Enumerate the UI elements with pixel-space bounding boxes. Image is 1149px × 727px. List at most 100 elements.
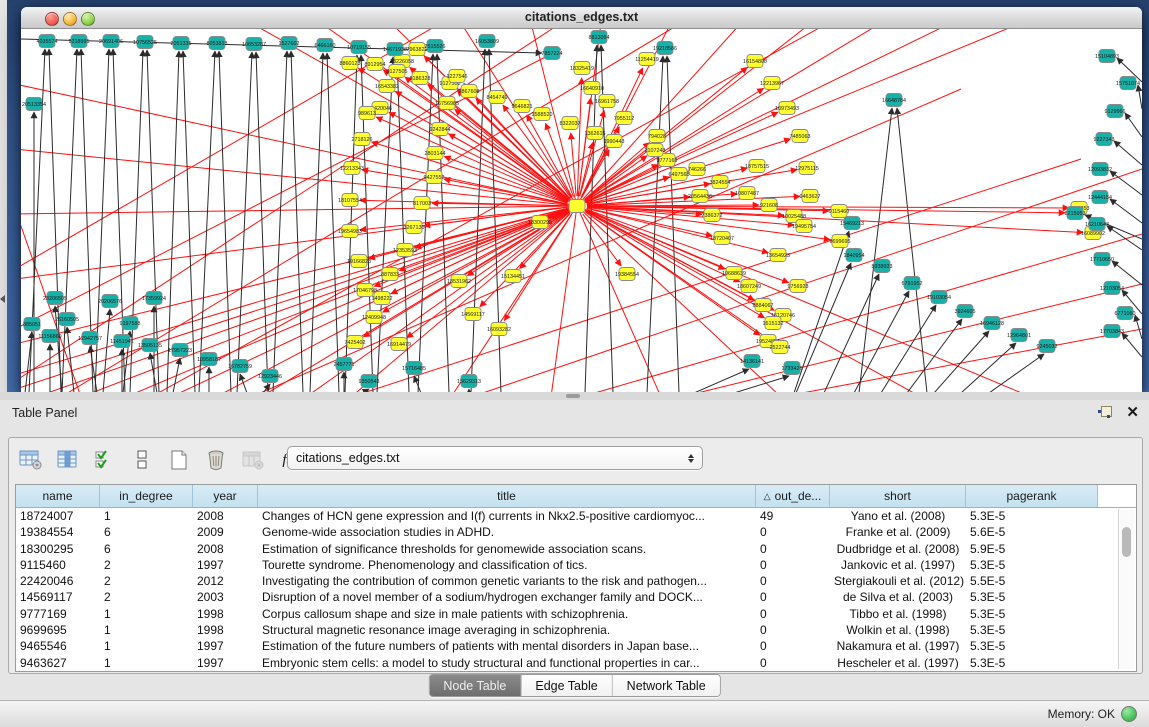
table-options-icon[interactable] <box>17 447 45 473</box>
graph-node[interactable]: 6466160 <box>315 39 336 52</box>
graph-edge[interactable] <box>167 51 179 392</box>
graph-node[interactable]: 10973493 <box>775 102 799 115</box>
graph-edge[interactable] <box>881 305 936 392</box>
graph-node[interactable]: 16782759 <box>228 360 252 373</box>
graph-node[interactable]: 746266 <box>688 163 706 176</box>
graph-node[interactable]: 2803144 <box>425 147 446 160</box>
graph-edge[interactable] <box>907 319 962 392</box>
graph-node[interactable]: 8938923 <box>872 260 893 273</box>
graph-node[interactable]: 9427552 <box>424 171 445 184</box>
graph-node[interactable]: 13654923 <box>766 249 790 262</box>
graph-node[interactable]: 989613 <box>358 107 376 120</box>
graph-node[interactable]: 17359924 <box>142 292 166 305</box>
graph-node[interactable]: 2051335 <box>171 37 192 50</box>
graph-node[interactable]: 9227343 <box>1094 133 1115 146</box>
table-vertical-scrollbar[interactable] <box>1118 509 1134 669</box>
table-row[interactable]: 946362711997Embryonic stem cells: a mode… <box>16 655 1136 671</box>
graph-edge[interactable] <box>551 206 577 392</box>
graph-node[interactable]: 817003 <box>413 197 431 210</box>
delete-column-icon[interactable] <box>202 447 230 473</box>
graph-node[interactable]: 12444154 <box>1088 191 1112 204</box>
graph-node[interactable]: 8912954 <box>365 58 386 71</box>
graph-hub-node[interactable] <box>569 200 585 213</box>
graph-node[interactable]: 1615132 <box>763 317 784 330</box>
graph-node[interactable]: 12103054 <box>1100 282 1124 295</box>
graph-edge[interactable] <box>199 51 215 392</box>
collapse-panel-icon[interactable] <box>0 295 5 303</box>
graph-node[interactable]: 3824554 <box>710 176 731 189</box>
graph-node[interactable]: 8813054 <box>589 31 610 44</box>
graph-node[interactable]: 2457771 <box>334 358 355 371</box>
graph-node[interactable]: 20206576 <box>98 295 122 308</box>
graph-node[interactable]: 1990443 <box>604 135 625 148</box>
graph-node[interactable]: 9197588 <box>120 317 141 330</box>
graph-node[interactable]: 7857224 <box>542 47 563 60</box>
graph-node[interactable]: 17710650 <box>1090 253 1114 266</box>
scrollbar-thumb[interactable] <box>1122 527 1131 557</box>
graph-node[interactable]: 9884067 <box>753 299 774 312</box>
graph-node[interactable]: 9115460 <box>829 205 850 218</box>
graph-node[interactable]: 7955112 <box>614 112 635 125</box>
graph-node[interactable]: 1840954 <box>844 249 865 262</box>
graph-node[interactable]: 887833 <box>381 268 399 281</box>
graph-node[interactable]: 8860123 <box>340 57 361 70</box>
graph-edge[interactable] <box>476 98 570 198</box>
graph-edge[interactable] <box>291 51 303 392</box>
graph-node[interactable]: 1588520 <box>532 108 553 121</box>
row-height-icon[interactable] <box>128 447 156 473</box>
column-header-short[interactable]: short <box>830 485 966 507</box>
graph-node[interactable]: 8186328 <box>410 72 431 85</box>
graph-node[interactable]: 9646821 <box>512 100 533 113</box>
graph-node[interactable]: 19103054 <box>927 291 951 304</box>
graph-node[interactable]: 8322037 <box>560 117 581 130</box>
graph-node[interactable]: 18531962 <box>447 275 471 288</box>
graph-edge[interactable] <box>237 52 252 392</box>
graph-edge[interactable] <box>219 51 231 392</box>
create-column-icon[interactable] <box>165 447 193 473</box>
graph-node[interactable]: 9756928 <box>788 280 809 293</box>
column-header-name[interactable]: name <box>16 485 100 507</box>
tab-network-table[interactable]: Network Table <box>613 675 720 696</box>
graph-node[interactable]: 15104893 <box>1095 50 1119 63</box>
graph-edge[interactable] <box>781 329 1142 392</box>
graph-node[interactable]: 8215953 <box>1065 207 1086 220</box>
graph-edge[interactable] <box>62 49 77 392</box>
graph-node[interactable]: 6497568 <box>669 168 690 181</box>
graph-node[interactable]: 1733426 <box>782 362 803 375</box>
graph-edge[interactable] <box>681 284 1142 392</box>
graph-edge[interactable] <box>414 376 421 392</box>
graph-node[interactable]: 9127505 <box>387 65 408 78</box>
graph-node[interactable]: 16154808 <box>743 55 767 68</box>
graph-edge[interactable] <box>897 108 927 392</box>
tab-edge-table[interactable]: Edge Table <box>521 675 612 696</box>
graph-node[interactable]: 15469213 <box>840 217 864 230</box>
column-header-pagerank[interactable]: pagerank <box>966 485 1098 507</box>
graph-node[interactable]: 11156869 <box>38 330 61 343</box>
graph-node[interactable]: 15629313 <box>457 375 481 388</box>
graph-node[interactable]: 12409948 <box>362 311 386 324</box>
graph-node[interactable]: 20691406 <box>99 35 123 48</box>
graph-node[interactable]: 10719155 <box>347 41 371 54</box>
graph-node[interactable]: 7425402 <box>345 336 366 349</box>
graph-edge[interactable] <box>694 369 749 392</box>
graph-node[interactable]: 9245032 <box>1037 340 1058 353</box>
graph-node[interactable]: 9699695 <box>830 235 851 248</box>
graph-node[interactable]: 12964801 <box>1007 329 1031 342</box>
selection-mode-icon[interactable] <box>91 447 119 473</box>
graph-node[interactable]: 23206505 <box>43 292 67 305</box>
graph-node[interactable]: 2107243 <box>645 144 666 157</box>
graph-node[interactable]: 2522744 <box>770 341 791 354</box>
graph-node[interactable]: 10653287 <box>242 38 266 51</box>
graph-node[interactable]: 1227546 <box>447 70 468 83</box>
graph-node[interactable]: 4035574 <box>37 35 58 48</box>
graph-edge[interactable] <box>1107 226 1142 250</box>
graph-edge[interactable] <box>854 291 909 392</box>
network-canvas[interactable]: 8860123891295418226058912750516543382818… <box>21 29 1142 392</box>
graph-edge[interactable] <box>934 331 989 392</box>
graph-edge[interactable] <box>1138 85 1142 109</box>
table-row[interactable]: 2242004622012Investigating the contribut… <box>16 573 1136 589</box>
graph-node[interactable]: 7485063 <box>790 130 811 143</box>
graph-node[interactable]: 12213343 <box>340 162 364 175</box>
graph-node[interactable]: 9463627 <box>800 190 821 203</box>
graph-edge[interactable] <box>577 29 811 206</box>
